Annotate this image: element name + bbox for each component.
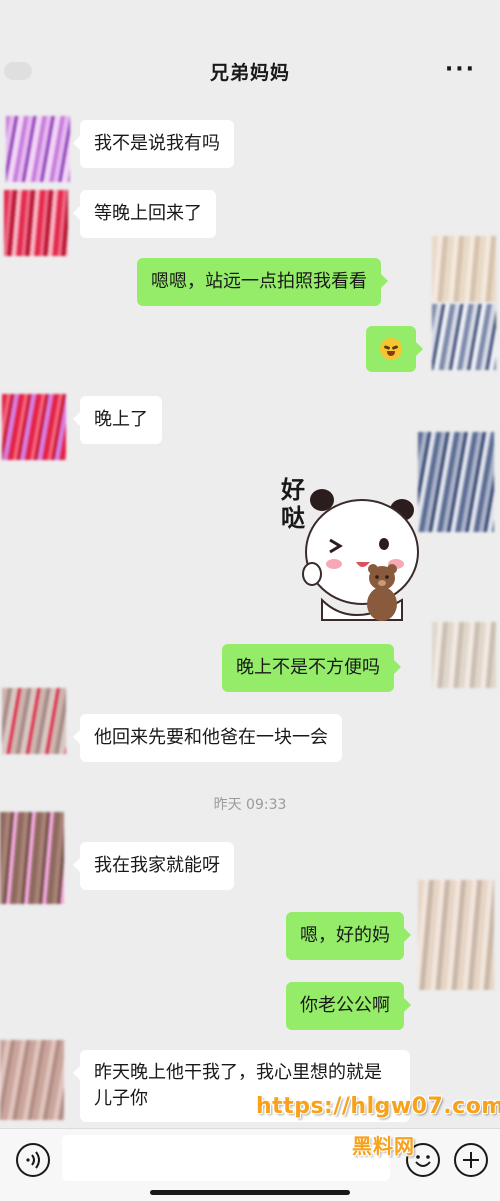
voice-icon[interactable] (16, 1143, 50, 1177)
message-bubble-incoming[interactable]: 等晚上回来了 (73, 190, 216, 238)
self-avatar[interactable] (432, 304, 496, 370)
message-bubble-incoming[interactable]: 晚上了 (73, 396, 162, 444)
self-avatar[interactable] (418, 880, 494, 990)
message-bubble-outgoing[interactable]: 嗯，好的妈 (286, 912, 411, 960)
message-text: 我不是说我有吗 (94, 133, 220, 154)
more-dots-icon[interactable]: ··· (445, 59, 476, 81)
message-text: 嗯，好的妈 (300, 925, 390, 946)
crying-laughing-emoji-icon (380, 338, 402, 360)
self-avatar[interactable] (432, 622, 496, 688)
self-avatar[interactable] (432, 236, 496, 302)
message-bubble-incoming[interactable]: 他回来先要和他爸在一块一会 (73, 714, 342, 762)
message-bubble-outgoing[interactable]: 嗯嗯，站远一点拍照我看看 (137, 258, 388, 306)
contact-avatar[interactable] (6, 116, 70, 182)
watermark-url: https://hlgw07.com (256, 1094, 500, 1119)
contact-avatar[interactable] (0, 812, 64, 904)
contact-avatar[interactable] (4, 190, 68, 256)
self-avatar[interactable] (418, 432, 494, 532)
top-bar: 兄弟妈妈 ··· (0, 0, 500, 108)
watermark-name: 黑料网 (352, 1134, 415, 1158)
panda-holding-bear-sticker[interactable]: 好哒 (276, 470, 422, 630)
home-indicator[interactable] (150, 1190, 350, 1195)
message-bubble-outgoing[interactable] (366, 326, 423, 372)
message-bubble-outgoing[interactable]: 你老公公啊 (286, 982, 411, 1030)
contact-avatar[interactable] (2, 688, 66, 754)
chat-title: 兄弟妈妈 (209, 62, 290, 84)
contact-avatar[interactable] (2, 394, 66, 460)
sticker-text: 好哒 (281, 476, 305, 532)
message-text: 嗯嗯，站远一点拍照我看看 (151, 271, 367, 292)
message-input[interactable] (62, 1135, 390, 1181)
message-timestamp: 昨天 09:33 (213, 797, 287, 813)
plus-icon[interactable] (454, 1143, 488, 1177)
message-bubble-incoming[interactable]: 我不是说我有吗 (73, 120, 234, 168)
contact-avatar[interactable] (0, 1040, 64, 1120)
message-text: 我在我家就能呀 (94, 855, 220, 876)
message-text: 你老公公啊 (300, 995, 390, 1016)
message-text: 等晚上回来了 (94, 203, 202, 224)
message-text: 晚上不是不方便吗 (236, 657, 380, 678)
message-text: 晚上了 (94, 409, 148, 430)
message-bubble-outgoing[interactable]: 晚上不是不方便吗 (222, 644, 401, 692)
message-text: 他回来先要和他爸在一块一会 (94, 727, 328, 748)
message-bubble-incoming[interactable]: 我在我家就能呀 (73, 842, 234, 890)
